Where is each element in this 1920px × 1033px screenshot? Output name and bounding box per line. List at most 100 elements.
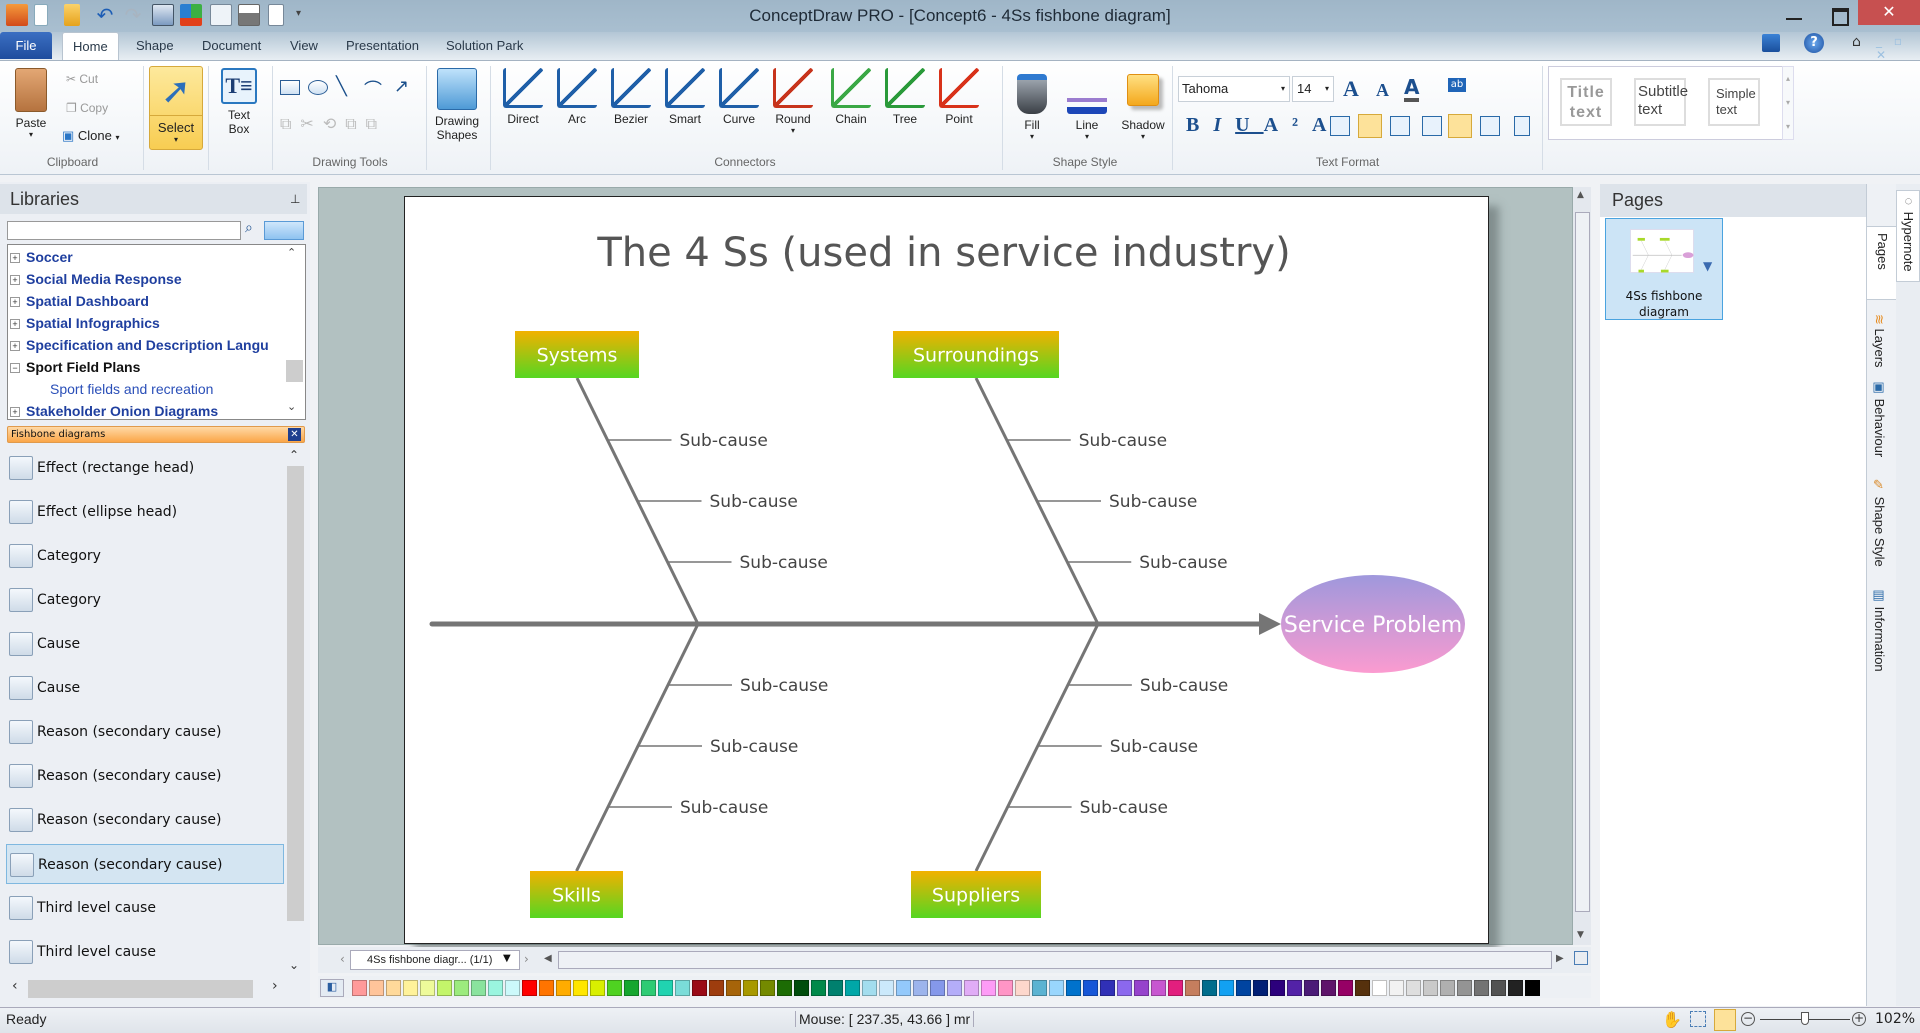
pan-tool-icon[interactable]: ✋	[1662, 1010, 1682, 1029]
expand-icon[interactable]: +	[10, 275, 20, 285]
color-swatch[interactable]	[420, 980, 435, 996]
shrink-font-icon[interactable]: A	[1376, 80, 1389, 101]
color-swatch[interactable]	[471, 980, 486, 996]
library-shape-item[interactable]: Reason (secondary cause)	[6, 844, 284, 884]
sub-cause-label[interactable]: Sub-cause	[680, 798, 768, 818]
library-shape-item[interactable]: Cause	[6, 624, 284, 664]
library-tree-item[interactable]: − Sport Field Plans	[10, 356, 280, 378]
sub-cause-label[interactable]: Sub-cause	[710, 737, 798, 757]
shadow-button[interactable]: Shadow ▾	[1116, 74, 1170, 141]
window-layout-icon[interactable]	[1762, 34, 1780, 52]
help-icon[interactable]: ?	[1804, 33, 1824, 53]
color-swatch[interactable]	[1457, 980, 1472, 996]
minimize-button[interactable]	[1780, 6, 1808, 26]
library-tree-item[interactable]: + Spatial Infographics	[10, 312, 280, 334]
align-center-icon[interactable]	[1358, 114, 1382, 138]
print-icon[interactable]	[238, 4, 260, 26]
color-swatch[interactable]	[930, 980, 945, 996]
connector-round-button[interactable]: Round ▾	[768, 68, 818, 135]
color-swatch[interactable]	[896, 980, 911, 996]
color-swatch[interactable]	[1423, 980, 1438, 996]
sub-cause-label[interactable]: Sub-cause	[1109, 492, 1197, 512]
new-document-icon[interactable]	[34, 4, 48, 26]
bold-icon[interactable]: B	[1186, 114, 1213, 136]
layout-icon[interactable]	[180, 4, 202, 26]
library-shape-item[interactable]: Effect (rectange head)	[6, 448, 284, 488]
color-swatch[interactable]	[998, 980, 1013, 996]
align-left-icon[interactable]	[1330, 116, 1350, 136]
tree-scroll-up[interactable]: ⌃	[287, 246, 296, 259]
color-swatch[interactable]	[641, 980, 656, 996]
color-swatch[interactable]	[1389, 980, 1404, 996]
next-page-button[interactable]: ›	[524, 952, 529, 966]
connector-curve-button[interactable]: Curve	[714, 68, 764, 126]
color-swatch[interactable]	[913, 980, 928, 996]
canvas-vertical-scrollbar-thumb[interactable]	[1575, 212, 1590, 912]
tab-home[interactable]: Home	[62, 32, 119, 61]
document-window-controls[interactable]: _ ▫ ✕	[1876, 34, 1920, 62]
close-library-icon[interactable]: ✕	[288, 428, 301, 441]
page-menu-dropdown-icon[interactable]: ▼	[1703, 259, 1712, 273]
color-swatch[interactable]	[624, 980, 639, 996]
scroll-left-icon[interactable]: ◀	[544, 953, 552, 964]
color-swatch[interactable]	[794, 980, 809, 996]
color-swatch[interactable]	[1066, 980, 1081, 996]
collapse-icon[interactable]: −	[10, 363, 20, 373]
sub-cause-label[interactable]: Sub-cause	[740, 553, 828, 573]
color-swatch[interactable]	[1338, 980, 1353, 996]
canvas-horizontal-scrollbar[interactable]	[558, 951, 1552, 969]
color-swatch[interactable]	[1117, 980, 1132, 996]
align-top-icon[interactable]	[1422, 116, 1442, 136]
form-icon[interactable]	[210, 4, 232, 26]
undo-icon[interactable]: ↶	[94, 4, 116, 26]
library-shape-item[interactable]: Third level cause	[6, 932, 284, 972]
color-swatch[interactable]	[1219, 980, 1234, 996]
library-shape-item[interactable]: Effect (ellipse head)	[6, 492, 284, 532]
palette-options-icon[interactable]: ◧	[320, 979, 344, 997]
superscript-icon[interactable]: A²	[1264, 114, 1312, 136]
library-shape-item[interactable]: Category	[6, 580, 284, 620]
library-horizontal-scrollbar[interactable]	[28, 980, 253, 998]
scroll-up-icon[interactable]: ⌃	[289, 448, 299, 462]
color-swatch[interactable]	[488, 980, 503, 996]
side-tab-behaviour[interactable]: ▣ Behaviour	[1872, 380, 1887, 457]
pin-icon[interactable]: ⊥	[290, 192, 300, 206]
library-scrollbar-thumb[interactable]	[287, 466, 304, 921]
tab-file[interactable]: File	[0, 32, 52, 59]
collapse-ribbon-icon[interactable]: ⌂	[1852, 34, 1861, 50]
zoom-out-button[interactable]: −	[1741, 1012, 1755, 1026]
library-tree-item[interactable]: + Social Media Response	[10, 268, 280, 290]
expand-icon[interactable]: +	[10, 297, 20, 307]
print-preview-icon[interactable]	[268, 4, 284, 26]
color-swatch[interactable]	[947, 980, 962, 996]
color-swatch[interactable]	[726, 980, 741, 996]
tree-scrollbar-thumb[interactable]	[286, 360, 303, 382]
highlight-icon[interactable]: ab	[1448, 78, 1466, 92]
library-shape-item[interactable]: Reason (secondary cause)	[6, 800, 284, 840]
fill-button[interactable]: Fill ▾	[1010, 74, 1054, 141]
color-swatch[interactable]	[1236, 980, 1251, 996]
color-swatch[interactable]	[709, 980, 724, 996]
color-swatch[interactable]	[1321, 980, 1336, 996]
scroll-up-icon[interactable]: ▲	[1577, 190, 1584, 200]
color-swatch[interactable]	[1032, 980, 1047, 996]
zoom-slider-thumb[interactable]	[1801, 1012, 1809, 1025]
arc-tool-icon[interactable]: ⌒	[364, 76, 382, 102]
scroll-down-icon[interactable]: ⌄	[289, 958, 299, 972]
color-swatch[interactable]	[454, 980, 469, 996]
color-swatch[interactable]	[1474, 980, 1489, 996]
color-swatch[interactable]	[777, 980, 792, 996]
underline-icon[interactable]: U	[1235, 114, 1263, 136]
gallery-scroll[interactable]: ▴ ▾ ▾	[1782, 66, 1794, 140]
connector-arc-button[interactable]: Arc	[552, 68, 602, 126]
close-button[interactable]: ✕	[1858, 0, 1920, 25]
color-swatch[interactable]	[1253, 980, 1268, 996]
color-swatch[interactable]	[573, 980, 588, 996]
fit-page-icon[interactable]	[1574, 951, 1588, 965]
tree-view-toggle[interactable]	[264, 221, 304, 240]
color-swatch[interactable]	[1168, 980, 1183, 996]
library-shape-item[interactable]: Reason (secondary cause)	[6, 756, 284, 796]
copy-button[interactable]: ❐ Copy	[66, 101, 108, 115]
color-swatch[interactable]	[964, 980, 979, 996]
fit-to-window-icon[interactable]	[1714, 1009, 1736, 1031]
